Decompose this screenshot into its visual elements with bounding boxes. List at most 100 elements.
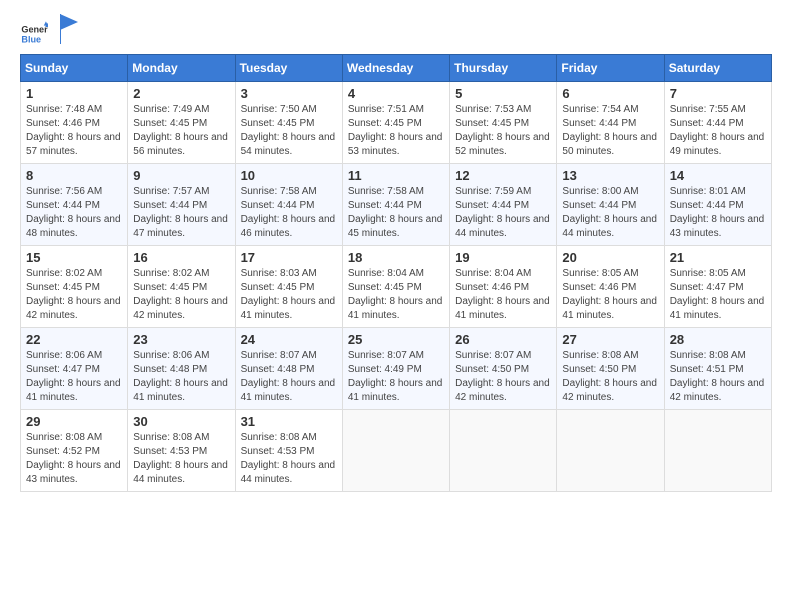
day-info: Sunrise: 8:08 AMSunset: 4:52 PMDaylight:… [26, 431, 122, 487]
day-info: Sunrise: 8:00 AMSunset: 4:44 PMDaylight:… [562, 185, 658, 241]
calendar-cell: 3Sunrise: 7:50 AMSunset: 4:45 PMDaylight… [235, 82, 342, 164]
day-info: Sunrise: 8:05 AMSunset: 4:47 PMDaylight:… [670, 267, 766, 323]
day-info: Sunrise: 7:49 AMSunset: 4:45 PMDaylight:… [133, 103, 229, 159]
calendar-cell: 27Sunrise: 8:08 AMSunset: 4:50 PMDayligh… [557, 328, 664, 410]
calendar-cell [342, 410, 449, 492]
day-number: 4 [348, 86, 444, 101]
calendar-cell [450, 410, 557, 492]
calendar-cell: 20 Sunrise: 8:05 AMSunset: 4:46 PMDayligh… [557, 246, 664, 328]
calendar-cell: 13Sunrise: 8:00 AMSunset: 4:44 PMDayligh… [557, 164, 664, 246]
calendar-cell: 4 Sunrise: 7:51 AMSunset: 4:45 PMDaylight… [342, 82, 449, 164]
calendar-cell: 24Sunrise: 8:07 AMSunset: 4:48 PMDayligh… [235, 328, 342, 410]
day-number: 30 [133, 414, 229, 429]
day-number: 5 [455, 86, 551, 101]
calendar-header-thursday: Thursday [450, 55, 557, 82]
calendar-cell: 22 Sunrise: 8:06 AMSunset: 4:47 PMDayligh… [21, 328, 128, 410]
day-number: 15 [26, 250, 122, 265]
svg-text:Blue: Blue [21, 34, 41, 44]
day-number: 12 [455, 168, 551, 183]
day-number: 23 [133, 332, 229, 347]
calendar-cell [664, 410, 771, 492]
calendar-cell: 19 Sunrise: 8:04 AMSunset: 4:46 PMDayligh… [450, 246, 557, 328]
calendar-header-sunday: Sunday [21, 55, 128, 82]
day-info: Sunrise: 7:51 AMSunset: 4:45 PMDaylight:… [348, 103, 444, 159]
calendar-cell: 11 Sunrise: 7:58 AMSunset: 4:44 PMDayligh… [342, 164, 449, 246]
day-number: 20 [562, 250, 658, 265]
day-number: 26 [455, 332, 551, 347]
calendar-cell: 23 Sunrise: 8:06 AMSunset: 4:48 PMDayligh… [128, 328, 235, 410]
calendar-cell [557, 410, 664, 492]
day-info: Sunrise: 8:06 AMSunset: 4:48 PMDaylight:… [133, 349, 229, 405]
calendar-cell: 31 Sunrise: 8:08 AMSunset: 4:53 PMDayligh… [235, 410, 342, 492]
calendar-cell: 12 Sunrise: 7:59 AMSunset: 4:44 PMDayligh… [450, 164, 557, 246]
calendar-week-4: 22 Sunrise: 8:06 AMSunset: 4:47 PMDayligh… [21, 328, 772, 410]
calendar-cell: 2 Sunrise: 7:49 AMSunset: 4:45 PMDaylight… [128, 82, 235, 164]
day-info: Sunrise: 8:04 AMSunset: 4:46 PMDaylight:… [455, 267, 551, 323]
day-info: Sunrise: 8:02 AMSunset: 4:45 PMDaylight:… [133, 267, 229, 323]
calendar-cell: 7 Sunrise: 7:55 AMSunset: 4:44 PMDaylight… [664, 82, 771, 164]
calendar-cell: 1Sunrise: 7:48 AMSunset: 4:46 PMDaylight… [21, 82, 128, 164]
day-number: 27 [562, 332, 658, 347]
calendar-table: SundayMondayTuesdayWednesdayThursdayFrid… [20, 54, 772, 492]
calendar-cell: 26 Sunrise: 8:07 AMSunset: 4:50 PMDayligh… [450, 328, 557, 410]
calendar-cell: 10 Sunrise: 7:58 AMSunset: 4:44 PMDayligh… [235, 164, 342, 246]
day-number: 19 [455, 250, 551, 265]
day-number: 18 [348, 250, 444, 265]
day-info: Sunrise: 8:03 AMSunset: 4:45 PMDaylight:… [241, 267, 337, 323]
calendar-cell: 25 Sunrise: 8:07 AMSunset: 4:49 PMDayligh… [342, 328, 449, 410]
page-header: General Blue [20, 20, 772, 48]
day-number: 16 [133, 250, 229, 265]
day-info: Sunrise: 8:08 AMSunset: 4:53 PMDaylight:… [133, 431, 229, 487]
calendar-week-5: 29 Sunrise: 8:08 AMSunset: 4:52 PMDayligh… [21, 410, 772, 492]
day-number: 2 [133, 86, 229, 101]
calendar-header-friday: Friday [557, 55, 664, 82]
logo-flag-icon [60, 14, 80, 44]
calendar-cell: 9 Sunrise: 7:57 AMSunset: 4:44 PMDaylight… [128, 164, 235, 246]
day-info: Sunrise: 7:54 AMSunset: 4:44 PMDaylight:… [562, 103, 658, 159]
day-number: 21 [670, 250, 766, 265]
day-info: Sunrise: 8:01 AMSunset: 4:44 PMDaylight:… [670, 185, 766, 241]
day-number: 25 [348, 332, 444, 347]
day-number: 31 [241, 414, 337, 429]
calendar-week-2: 8Sunrise: 7:56 AMSunset: 4:44 PMDaylight… [21, 164, 772, 246]
day-number: 9 [133, 168, 229, 183]
calendar-cell: 14Sunrise: 8:01 AMSunset: 4:44 PMDayligh… [664, 164, 771, 246]
svg-text:General: General [21, 25, 48, 35]
day-info: Sunrise: 7:48 AMSunset: 4:46 PMDaylight:… [26, 103, 122, 159]
day-info: Sunrise: 8:07 AMSunset: 4:50 PMDaylight:… [455, 349, 551, 405]
calendar-week-3: 15 Sunrise: 8:02 AMSunset: 4:45 PMDayligh… [21, 246, 772, 328]
day-info: Sunrise: 7:57 AMSunset: 4:44 PMDaylight:… [133, 185, 229, 241]
logo-icon: General Blue [20, 20, 48, 48]
day-info: Sunrise: 8:04 AMSunset: 4:45 PMDaylight:… [348, 267, 444, 323]
calendar-header-row: SundayMondayTuesdayWednesdayThursdayFrid… [21, 55, 772, 82]
day-info: Sunrise: 7:53 AMSunset: 4:45 PMDaylight:… [455, 103, 551, 159]
day-number: 6 [562, 86, 658, 101]
calendar-cell: 18 Sunrise: 8:04 AMSunset: 4:45 PMDayligh… [342, 246, 449, 328]
day-info: Sunrise: 8:08 AMSunset: 4:51 PMDaylight:… [670, 349, 766, 405]
calendar-week-1: 1Sunrise: 7:48 AMSunset: 4:46 PMDaylight… [21, 82, 772, 164]
calendar-cell: 21 Sunrise: 8:05 AMSunset: 4:47 PMDayligh… [664, 246, 771, 328]
calendar-cell: 29 Sunrise: 8:08 AMSunset: 4:52 PMDayligh… [21, 410, 128, 492]
calendar-cell: 16 Sunrise: 8:02 AMSunset: 4:45 PMDayligh… [128, 246, 235, 328]
day-info: Sunrise: 7:58 AMSunset: 4:44 PMDaylight:… [241, 185, 337, 241]
day-number: 11 [348, 168, 444, 183]
day-number: 22 [26, 332, 122, 347]
day-info: Sunrise: 8:07 AMSunset: 4:49 PMDaylight:… [348, 349, 444, 405]
day-number: 29 [26, 414, 122, 429]
day-info: Sunrise: 8:08 AMSunset: 4:53 PMDaylight:… [241, 431, 337, 487]
day-info: Sunrise: 7:58 AMSunset: 4:44 PMDaylight:… [348, 185, 444, 241]
day-number: 7 [670, 86, 766, 101]
day-info: Sunrise: 7:59 AMSunset: 4:44 PMDaylight:… [455, 185, 551, 241]
day-info: Sunrise: 7:55 AMSunset: 4:44 PMDaylight:… [670, 103, 766, 159]
calendar-header-wednesday: Wednesday [342, 55, 449, 82]
day-info: Sunrise: 8:06 AMSunset: 4:47 PMDaylight:… [26, 349, 122, 405]
day-info: Sunrise: 8:05 AMSunset: 4:46 PMDaylight:… [562, 267, 658, 323]
calendar-cell: 17Sunrise: 8:03 AMSunset: 4:45 PMDayligh… [235, 246, 342, 328]
day-info: Sunrise: 7:56 AMSunset: 4:44 PMDaylight:… [26, 185, 122, 241]
day-number: 10 [241, 168, 337, 183]
day-info: Sunrise: 8:02 AMSunset: 4:45 PMDaylight:… [26, 267, 122, 323]
calendar-header-saturday: Saturday [664, 55, 771, 82]
calendar-cell: 6 Sunrise: 7:54 AMSunset: 4:44 PMDaylight… [557, 82, 664, 164]
day-number: 3 [241, 86, 337, 101]
day-info: Sunrise: 8:07 AMSunset: 4:48 PMDaylight:… [241, 349, 337, 405]
